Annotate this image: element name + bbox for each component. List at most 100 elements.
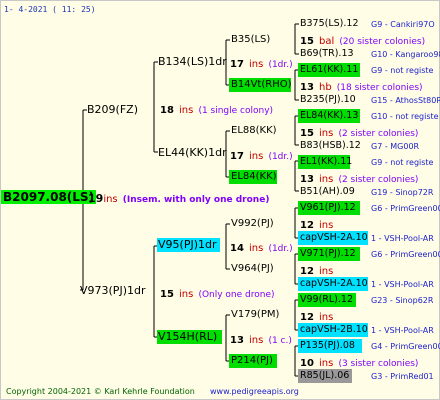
level3-node-7[interactable]: P214(PJ) [231, 354, 273, 368]
level3-node-0[interactable]: B35(LS) [231, 33, 270, 47]
level4-node[interactable]: P135(PJ).08 [300, 339, 355, 353]
level4-info: 1 - VSH-Pool-AR [371, 234, 434, 243]
level2-note-1: (1dr.) [268, 152, 293, 162]
level4-note: (2 sister colonies) [338, 129, 419, 139]
level4-ins-num: 12 [300, 220, 314, 231]
level4-ins-word: bal [319, 36, 335, 47]
level4-info: G9 - Cankiri97O [371, 20, 435, 29]
level2-ins-word-1: ins [249, 151, 264, 162]
root-queen[interactable]: B2097.08(LS) [1, 190, 97, 204]
level2-ins-num-1: 17 [230, 151, 244, 162]
level1-ins-1: 15 ins (Only one drone) [160, 285, 275, 302]
level4-node[interactable]: V99(RL).12 [300, 293, 353, 307]
level4-info: G19 - Sinop72R [371, 188, 434, 197]
level2-note-0: (1dr.) [268, 60, 293, 70]
level2-ins-num-0: 17 [230, 59, 244, 70]
level1-note-1: (Only one drone) [198, 290, 275, 300]
level4-node[interactable]: V961(PJ).12 [300, 201, 356, 215]
level4-info: G10 - Kangaroo98R [371, 50, 440, 59]
level4-note: (2 sister colonies) [338, 175, 419, 185]
level3-node-2[interactable]: EL88(KK) [231, 124, 277, 138]
copyright-text: Copyright 2004-2021 © Karl Kehrle Founda… [6, 387, 195, 396]
level3-node-3[interactable]: EL84(KK) [231, 170, 277, 184]
level4-ins-num: 12 [300, 312, 314, 323]
level4-ins-word: hb [319, 82, 332, 93]
level3-node-6[interactable]: V179(PM) [231, 308, 279, 322]
level4-ins-num: 13 [300, 82, 314, 93]
level4-node[interactable]: R85(JL).06 [300, 369, 349, 383]
level4-ins-num: 12 [300, 266, 314, 277]
level2-ins-num-3: 13 [230, 335, 244, 346]
date-stamp: 1- 4-2021 ( 11: 25) [4, 5, 96, 14]
level2-ins-0: 17 ins (1dr.) [230, 55, 293, 72]
level4-ins-word: ins [319, 358, 334, 369]
level1-note-0: (1 single colony) [198, 106, 274, 116]
level4-info: G23 - Sinop62R [371, 296, 434, 305]
level4-info: G4 - PrimGreen00 [371, 342, 440, 351]
level1-ins-word-0: ins [179, 105, 194, 116]
level1-ins-word-1: ins [179, 289, 194, 300]
root-ins-word: ins [103, 194, 118, 205]
level4-ins-word: ins [319, 312, 334, 323]
level4-info: 1 - VSH-Pool-AR [371, 280, 434, 289]
level4-info: G3 - PrimRed01 [371, 372, 434, 381]
level4-node[interactable]: capVSH-2A.10 [300, 231, 368, 245]
level4-node[interactable]: B69(TR).13 [300, 47, 354, 61]
level3-node-1[interactable]: B14Vt(RHO) [231, 78, 292, 92]
level3-node-5[interactable]: V964(PJ) [231, 262, 274, 276]
level2-ins-num-2: 14 [230, 243, 244, 254]
level1-ins-num-1: 15 [160, 289, 174, 300]
root-ins-num: 19 [88, 192, 104, 205]
level2-node-0[interactable]: B134(LS)1dr [158, 55, 227, 69]
level2-ins-1: 17 ins (1dr.) [230, 147, 293, 164]
pedigree-canvas: 1- 4-2021 ( 11: 25) B2097.08(LS) 19ins (… [0, 0, 440, 400]
level1-node-0[interactable]: B209(FZ) [87, 103, 138, 117]
level1-ins-0: 18 ins (1 single colony) [160, 101, 273, 118]
level2-ins-word-3: ins [249, 335, 264, 346]
level1-node-1[interactable]: V973(PJ)1dr [80, 284, 145, 298]
level4-info: G10 - not registe [371, 112, 439, 121]
level4-note: (3 sister colonies) [338, 359, 419, 369]
level4-note: (20 sister colonies) [339, 37, 426, 47]
level4-node[interactable]: B51(AH).09 [300, 185, 355, 199]
level4-ins-num: 15 [300, 36, 314, 47]
level4-node[interactable]: B83(HSB).12 [300, 139, 361, 153]
level4-info: G6 - PrimGreen00 [371, 250, 440, 259]
level4-info: G15 - AthosSt80R [371, 96, 440, 105]
level4-node[interactable]: EL1(KK).11 [300, 155, 352, 169]
root-ins-info: 19ins (Insem. with only one drone) [88, 190, 269, 207]
level1-ins-num-0: 18 [160, 105, 174, 116]
level4-info: G7 - MG00R [371, 142, 420, 151]
level2-ins-2: 14 ins (1dr.) [230, 239, 293, 256]
level4-node[interactable]: B235(PJ).10 [300, 93, 356, 107]
level2-ins-word-0: ins [249, 59, 264, 70]
level2-ins-3: 13 ins (1 c.) [230, 331, 292, 348]
level3-node-4[interactable]: V992(PJ) [231, 217, 274, 231]
level4-node[interactable]: capVSH-2A.10 [300, 277, 368, 291]
level4-node[interactable]: capVSH-2B.10 [300, 323, 368, 337]
level2-note-2: (1dr.) [268, 244, 293, 254]
level4-ins-word: ins [319, 220, 334, 231]
level2-node-1[interactable]: EL44(KK)1dr [158, 146, 227, 160]
level2-note-3: (1 c.) [268, 336, 292, 346]
website-link[interactable]: www.pedigreeapis.org [210, 385, 299, 399]
level4-ins-num: 10 [300, 358, 314, 369]
level4-ins-word: ins [319, 128, 334, 139]
level4-node[interactable]: EL61(KK).11 [300, 63, 358, 77]
level4-node[interactable]: V971(PJ).12 [300, 247, 356, 261]
level4-ins-num: 13 [300, 174, 314, 185]
level4-info: G9 - not registe [371, 158, 434, 167]
level4-info: G9 - not registe [371, 66, 434, 75]
level4-note: (18 sister colonies) [336, 83, 423, 93]
level4-node[interactable]: B375(LS).12 [300, 17, 359, 31]
level2-ins-word-2: ins [249, 243, 264, 254]
level2-node-2[interactable]: V95(PJ)1dr [158, 238, 217, 252]
level4-ins-word: ins [319, 266, 334, 277]
level4-node[interactable]: EL84(KK).13 [300, 109, 358, 123]
level4-ins-num: 15 [300, 128, 314, 139]
level2-node-3[interactable]: V154H(RL) [158, 330, 217, 344]
level4-ins-word: ins [319, 174, 334, 185]
level4-info: G6 - PrimGreen00 [371, 204, 440, 213]
root-note: (Insem. with only one drone) [122, 195, 270, 205]
level4-info: 1 - VSH-Pool-AR [371, 326, 434, 335]
